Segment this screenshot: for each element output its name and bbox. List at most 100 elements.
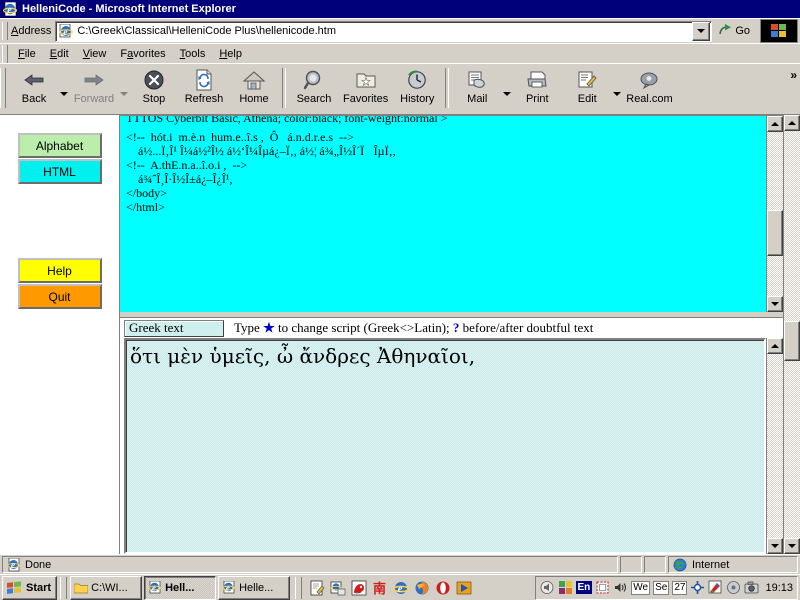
toolbar-refresh-button[interactable]: Refresh [179,66,229,112]
drive-icon[interactable] [726,580,741,595]
taskbar-grip-1[interactable] [60,576,68,599]
toolbar-history-button[interactable]: History [392,66,442,112]
opera-icon[interactable] [435,580,451,596]
internet-explorer-icon[interactable]: e [392,580,410,596]
back-arrow-icon [22,68,46,92]
greek-text-tab[interactable]: Greek text [124,319,224,337]
toolbar-stop-label: Stop [142,93,166,105]
page-scroll-up-button[interactable] [784,115,800,131]
back-dropdown-button[interactable] [59,66,69,108]
page-content: Alphabet HTML Help Quit TTTOS Cyberbit B… [0,115,800,554]
page-scroll-thumb[interactable] [784,321,800,361]
edit-dropdown-button[interactable] [612,66,622,108]
toolbar-overflow-button[interactable]: » [790,68,797,82]
toolbar-forward-button[interactable]: Forward [69,66,119,112]
taskbar-grip-2[interactable] [295,576,303,599]
go-label: Go [735,25,750,37]
go-button[interactable]: Go [715,20,756,42]
tray-date-box[interactable]: 27 [672,580,688,595]
code-line: TTTOS Cyberbit Basic, Athena; color:blac… [126,116,448,125]
address-dropdown-button[interactable] [692,21,711,41]
arrow-up-icon [771,122,779,126]
color-squares-icon[interactable] [558,580,573,595]
toolbar-stop-button[interactable]: Stop [129,66,179,112]
network-icon[interactable] [595,580,610,595]
toolbar-grip[interactable] [2,22,8,40]
svg-text:e: e [226,583,230,593]
page-scroll-track[interactable] [784,131,800,538]
toolbar-favorites-button[interactable]: Favorites [339,66,392,112]
scroll-track[interactable] [767,354,783,538]
language-indicator[interactable]: En [575,581,593,594]
menu-item-view[interactable]: View [76,47,114,61]
scroll-up-button[interactable] [767,116,783,132]
crosshair-icon[interactable] [690,580,705,595]
address-bar: Address e C:\Greek\Classical\HelleniCode… [0,18,800,43]
taskbar-window-explorer[interactable]: C:\WI... [70,575,143,600]
scroll-down-button[interactable] [767,296,783,312]
notepad-icon[interactable] [309,580,325,596]
volume-mute-icon[interactable] [540,580,555,595]
taskbar-clock[interactable]: 19:13 [765,582,793,594]
mozilla-dragon-icon[interactable] [351,580,367,596]
toolbar-realcom-button[interactable]: Real.com [622,66,676,112]
sidebar-item-help[interactable]: Help [17,258,102,283]
taskbar-window-hellenicode-active[interactable]: e Hell... [144,575,217,600]
sidebar-help-label: Help [47,263,72,278]
status-bar: e Done Internet [0,554,800,574]
menu-item-tools[interactable]: Tools [173,47,213,61]
menu-item-help[interactable]: Help [212,47,249,61]
paint-icon[interactable] [708,580,723,595]
toolbar-realcom-label: Real.com [626,93,673,105]
toolbar-mail-button[interactable]: Mail [452,66,502,112]
toolbar-search-button[interactable]: Search [289,66,339,112]
ie-mail-icon[interactable] [330,580,346,596]
page-scroll-down-button[interactable] [784,538,800,554]
chinese-nan-character-icon[interactable]: 南 [372,580,388,597]
menu-item-edit[interactable]: Edit [43,47,76,61]
scroll-thumb[interactable] [767,210,783,256]
forward-dropdown-button[interactable] [119,66,129,108]
firefox-icon[interactable] [414,580,430,596]
status-message-cell: e Done [2,556,618,573]
sidebar-item-quit[interactable]: Quit [17,284,102,309]
ie-document-icon: e [7,557,20,571]
media-play-icon[interactable] [456,580,472,596]
html-frame-scrollbar[interactable] [766,116,783,312]
refresh-icon [194,68,214,92]
scroll-up-button[interactable] [767,338,783,354]
search-icon [303,68,325,92]
scroll-track[interactable] [767,132,783,296]
greek-frame-scrollbar[interactable] [766,338,783,554]
menu-grip[interactable] [2,44,8,63]
toolbar-edit-button[interactable]: Edit [562,66,612,112]
status-message: Done [25,558,52,571]
toolbar-print-label: Print [525,93,549,105]
address-input[interactable]: e C:\Greek\Classical\HelleniCode Plus\he… [55,20,713,42]
scroll-down-button[interactable] [767,538,783,554]
sidebar-item-alphabet[interactable]: Alphabet [17,133,102,158]
greek-text-input[interactable]: ὅτι μὲν ὑμεῖς, ὦ ἄνδρες Ἀθηναῖοι, [124,338,766,554]
toolbar-home-button[interactable]: Home [229,66,279,112]
chevron-down-icon [697,29,706,33]
arrow-up-icon [788,121,796,125]
tray-month-box[interactable]: Se [653,580,670,595]
sidebar-item-html[interactable]: HTML [17,159,102,184]
menu-item-file[interactable]: File [11,47,43,61]
page-scrollbar[interactable] [783,115,800,554]
edit-pencil-icon [576,68,598,92]
tray-day-box[interactable]: We [631,580,651,595]
taskbar-window-hellenicode-2[interactable]: e Helle... [218,575,291,600]
nav-toolbar-grip[interactable] [0,68,6,108]
toolbar-back-button[interactable]: Back [9,66,59,112]
camera-icon[interactable] [744,580,759,595]
code-line: á¾ˆÎ¸Î·Î½Î±á¿–Î¿Î¹, [126,172,233,186]
toolbar-print-button[interactable]: Print [512,66,562,112]
mail-dropdown-button[interactable] [502,66,512,108]
sidebar-quit-label: Quit [48,289,71,304]
status-zone-cell[interactable]: Internet [668,556,798,573]
speaker-icon[interactable] [613,580,628,595]
start-button[interactable]: Start [2,575,58,600]
toolbar-separator [282,68,286,108]
menu-item-favorites[interactable]: Favorites [113,47,172,61]
